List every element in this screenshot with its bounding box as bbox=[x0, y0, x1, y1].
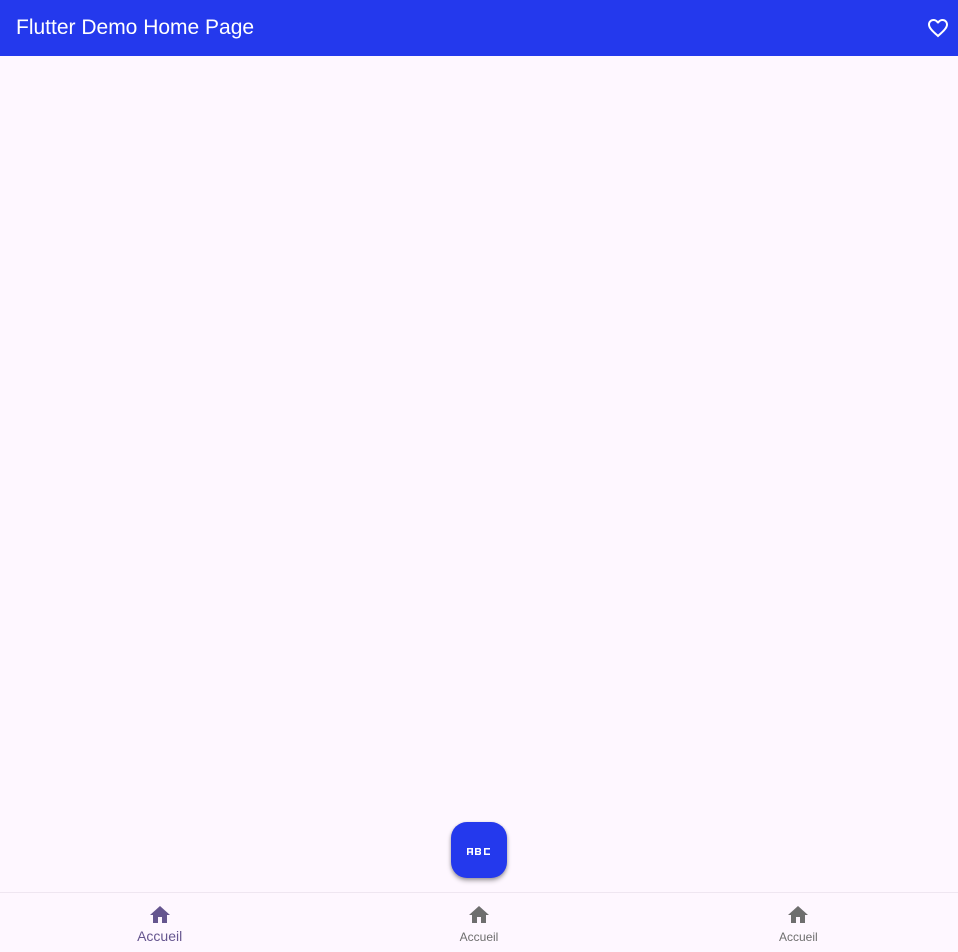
nav-item-accueil-3[interactable]: Accueil bbox=[639, 893, 958, 952]
page-body bbox=[0, 56, 958, 892]
nav-item-label: Accueil bbox=[459, 930, 499, 944]
home-icon bbox=[468, 906, 489, 923]
favorite-border-icon bbox=[928, 19, 948, 38]
app-root: Flutter Demo Home Page Accueil Accueil A… bbox=[0, 0, 958, 952]
app-bar-title: Flutter Demo Home Page bbox=[16, 16, 255, 39]
app-bar: Flutter Demo Home Page bbox=[0, 0, 958, 56]
abc-fab-button[interactable] bbox=[451, 822, 507, 878]
nav-item-accueil-1[interactable]: Accueil bbox=[0, 893, 319, 952]
nav-item-label: Accueil bbox=[137, 928, 183, 944]
abc-icon bbox=[465, 842, 493, 858]
nav-item-label: Accueil bbox=[778, 930, 818, 944]
nav-item-accueil-2[interactable]: Accueil bbox=[319, 893, 638, 952]
home-icon bbox=[149, 906, 170, 923]
favorite-button[interactable] bbox=[918, 8, 958, 48]
home-icon bbox=[788, 906, 809, 923]
bottom-navigation-bar: Accueil Accueil Accueil bbox=[0, 892, 958, 952]
